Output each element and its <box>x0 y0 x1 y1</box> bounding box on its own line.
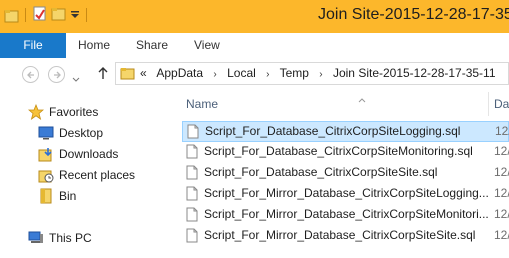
sidebar-item-desktop[interactable]: Desktop <box>38 123 103 143</box>
file-date: 12/ <box>494 207 509 221</box>
sql-file-icon <box>186 228 198 246</box>
folder-icon <box>38 188 54 204</box>
file-name: Script_For_Database_CitrixCorpSiteLoggin… <box>205 124 461 138</box>
sidebar-item-recent-places[interactable]: Recent places <box>38 165 135 185</box>
file-name: Script_For_Mirror_Database_CitrixCorpSit… <box>204 186 489 200</box>
computer-icon <box>28 230 44 246</box>
sidebar-item-bin[interactable]: Bin <box>38 186 76 206</box>
breadcrumb-appdata[interactable]: AppData <box>156 66 203 80</box>
sql-file-icon <box>186 165 198 183</box>
breadcrumb: « AppData › Local › Temp › Join Site-201… <box>140 63 503 85</box>
recent-locations-dropdown[interactable] <box>72 72 80 86</box>
file-name: Script_For_Database_CitrixCorpSiteMonito… <box>204 144 473 158</box>
file-date: 12/ <box>495 124 509 138</box>
sidebar-item-label: Downloads <box>59 147 119 161</box>
tab-share[interactable]: Share <box>136 33 168 58</box>
address-bar[interactable]: « AppData › Local › Temp › Join Site-201… <box>115 62 509 85</box>
file-date: 12/ <box>494 186 509 200</box>
folder-icon[interactable] <box>4 9 19 23</box>
nav-favorites-label: Favorites <box>49 105 99 119</box>
breadcrumb-current-folder[interactable]: Join Site-2015-12-28-17-35-11 <box>333 66 496 80</box>
file-row[interactable]: Script_For_Mirror_Database_CitrixCorpSit… <box>182 226 509 247</box>
sql-file-icon <box>187 124 199 142</box>
up-button[interactable] <box>97 66 109 83</box>
tab-view[interactable]: View <box>194 33 220 58</box>
forward-button[interactable] <box>48 66 65 83</box>
sort-chevron-icon <box>358 92 366 106</box>
file-name: Script_For_Database_CitrixCorpSiteSite.s… <box>204 165 438 179</box>
sidebar-item-label: Desktop <box>59 126 104 140</box>
column-divider[interactable] <box>488 92 489 116</box>
file-name: Script_For_Mirror_Database_CitrixCorpSit… <box>204 228 476 242</box>
properties-icon[interactable] <box>32 6 47 24</box>
chevron-right-icon[interactable]: › <box>319 69 322 80</box>
ribbon-tabs: File Home Share View <box>0 33 509 59</box>
tab-home[interactable]: Home <box>78 33 110 58</box>
forward-arrow-icon <box>54 71 61 79</box>
new-folder-icon[interactable] <box>51 7 66 24</box>
window-title: Join Site-2015-12-28-17-35- <box>318 6 509 23</box>
up-arrow-icon <box>98 67 108 79</box>
sidebar-item-this-pc[interactable]: This PC <box>28 228 92 248</box>
quick-access-toolbar <box>4 6 89 24</box>
file-row[interactable]: Script_For_Mirror_Database_CitrixCorpSit… <box>182 205 509 226</box>
file-row[interactable]: Script_For_Database_CitrixCorpSiteSite.s… <box>182 163 509 184</box>
desktop-icon <box>38 125 54 141</box>
sql-file-icon <box>186 186 198 204</box>
folder-icon <box>120 67 135 83</box>
breadcrumb-temp[interactable]: Temp <box>280 66 309 80</box>
star-icon <box>28 104 44 120</box>
breadcrumb-overflow[interactable]: « <box>140 66 147 80</box>
file-row-selected[interactable]: Script_For_Database_CitrixCorpSiteLoggin… <box>182 121 509 142</box>
column-header-row: Name Da <box>172 92 509 116</box>
sidebar-item-label: Bin <box>59 189 77 203</box>
file-row[interactable]: Script_For_Mirror_Database_CitrixCorpSit… <box>182 184 509 205</box>
sql-file-icon <box>186 207 198 225</box>
recent-places-icon <box>38 167 54 183</box>
file-list: Name Da Script_For_Database_CitrixCorpSi… <box>172 92 509 258</box>
file-date: 12/ <box>494 144 509 158</box>
back-button[interactable] <box>22 66 39 83</box>
file-date: 12/ <box>494 165 509 179</box>
navigation-bar: « AppData › Local › Temp › Join Site-201… <box>0 58 509 92</box>
chevron-right-icon[interactable]: › <box>266 69 269 80</box>
tab-file[interactable]: File <box>0 33 66 58</box>
downloads-folder-icon <box>38 146 54 162</box>
toolbar-separator <box>25 8 26 22</box>
nav-favorites[interactable]: Favorites <box>28 102 98 122</box>
sql-file-icon <box>186 144 198 162</box>
breadcrumb-local[interactable]: Local <box>227 66 256 80</box>
sidebar-item-downloads[interactable]: Downloads <box>38 144 118 164</box>
navigation-pane: Favorites Desktop Downloads Recent place… <box>0 92 172 258</box>
chevron-right-icon[interactable]: › <box>213 69 216 80</box>
file-date: 12/ <box>494 228 509 242</box>
title-bar: Join Site-2015-12-28-17-35- <box>0 0 509 33</box>
column-header-date[interactable]: Da <box>494 92 509 116</box>
back-arrow-icon <box>27 71 34 79</box>
column-header-name[interactable]: Name <box>186 92 218 116</box>
file-name: Script_For_Mirror_Database_CitrixCorpSit… <box>204 207 489 221</box>
sidebar-item-label: This PC <box>49 231 92 245</box>
customize-qat-icon[interactable] <box>70 8 80 23</box>
chevron-down-icon <box>72 77 80 82</box>
toolbar-separator <box>86 8 87 22</box>
sidebar-item-label: Recent places <box>59 168 136 182</box>
file-row[interactable]: Script_For_Database_CitrixCorpSiteMonito… <box>182 142 509 163</box>
